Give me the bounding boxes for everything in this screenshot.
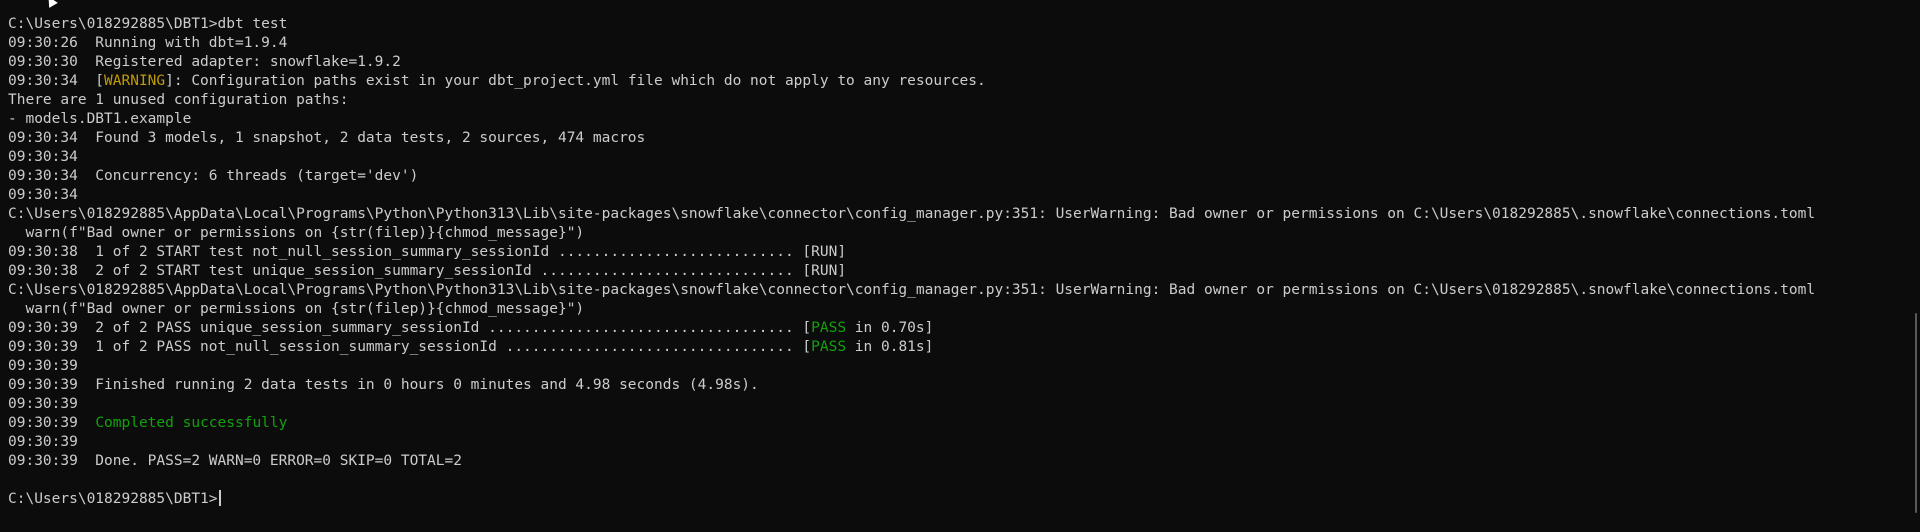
output-line: warn(f"Bad owner or permissions on {str(… <box>8 225 585 241</box>
output-line: 09:30:39 Finished running 2 data tests i… <box>8 377 759 393</box>
pass-label: PASS <box>811 320 847 336</box>
prompt: C:\Users\018292885\DBT1> <box>8 491 218 507</box>
success-line: 09:30:39 Completed successfully <box>8 415 288 431</box>
output-line: 09:30:26 Running with dbt=1.9.4 <box>8 35 288 51</box>
output-line: 09:30:39 <box>8 434 78 450</box>
output-line: C:\Users\018292885\AppData\Local\Program… <box>8 282 1816 298</box>
pass-line: 09:30:39 2 of 2 PASS unique_session_summ… <box>8 320 934 336</box>
warning-line: 09:30:34 [WARNING]: Configuration paths … <box>8 73 986 89</box>
warning-label: WARNING <box>104 73 166 89</box>
prompt: C:\Users\018292885\DBT1> <box>8 16 218 32</box>
terminal-output[interactable]: C:\Users\018292885\DBT1>dbt test 09:30:2… <box>8 15 1910 509</box>
output-line: 09:30:34 Found 3 models, 1 snapshot, 2 d… <box>8 130 646 146</box>
output-line: 09:30:38 2 of 2 START test unique_sessio… <box>8 263 847 279</box>
scrollbar-thumb[interactable] <box>1915 313 1917 513</box>
pass-line: 09:30:39 1 of 2 PASS not_null_session_su… <box>8 339 934 355</box>
input-line[interactable]: C:\Users\018292885\DBT1> <box>8 490 1910 509</box>
output-line: 09:30:34 Concurrency: 6 threads (target=… <box>8 168 419 184</box>
command-text: dbt test <box>217 16 288 32</box>
output-line: 09:30:39 <box>8 358 78 374</box>
success-message: Completed successfully <box>95 415 288 431</box>
output-line: 09:30:38 1 of 2 START test not_null_sess… <box>8 244 847 260</box>
pass-label: PASS <box>811 339 847 355</box>
output-line: 09:30:30 Registered adapter: snowflake=1… <box>8 54 401 70</box>
command-line: C:\Users\018292885\DBT1>dbt test <box>8 15 1910 34</box>
output-line: warn(f"Bad owner or permissions on {str(… <box>8 301 585 317</box>
output-line: 09:30:34 <box>8 149 78 165</box>
text-cursor <box>218 490 221 506</box>
output-line: 09:30:34 <box>8 187 78 203</box>
output-line: C:\Users\018292885\AppData\Local\Program… <box>8 206 1816 222</box>
output-line: - models.DBT1.example <box>8 111 192 127</box>
mouse-pointer-icon <box>44 0 58 8</box>
terminal-window: { "terminal": { "prompt": "C:\\Users\\01… <box>0 0 1920 532</box>
output-line: There are 1 unused configuration paths: <box>8 92 349 108</box>
output-line: 09:30:39 <box>8 396 78 412</box>
output-line: 09:30:39 Done. PASS=2 WARN=0 ERROR=0 SKI… <box>8 453 462 469</box>
